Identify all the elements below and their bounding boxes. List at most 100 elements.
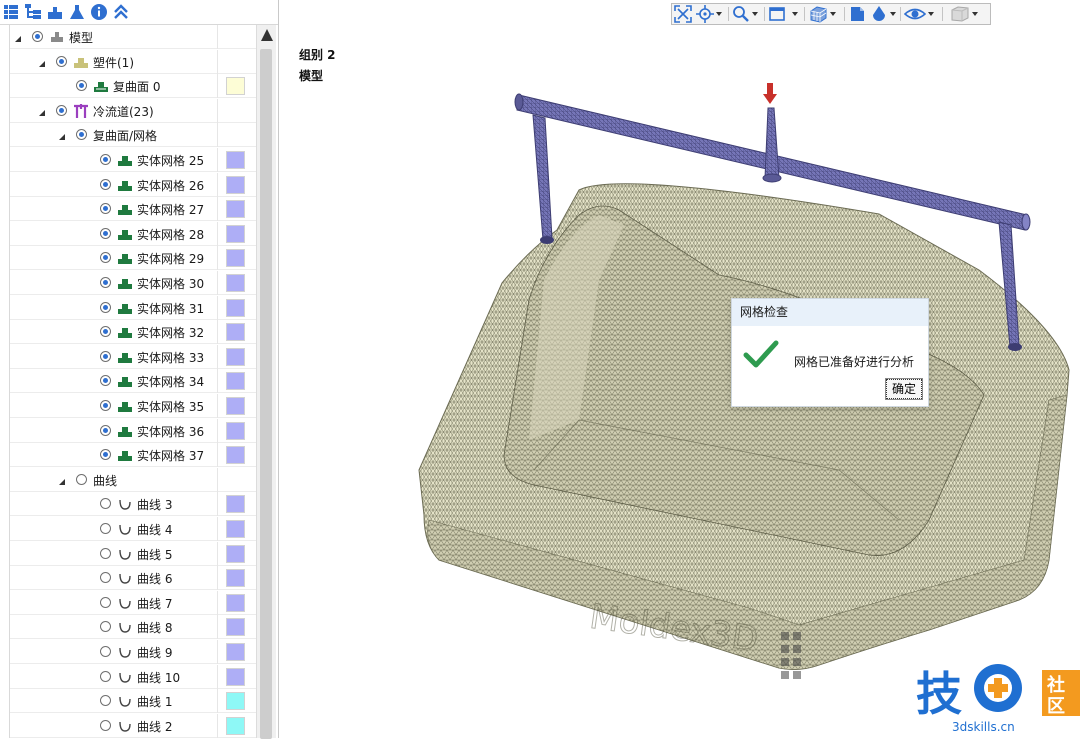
- color-swatch[interactable]: [226, 224, 245, 243]
- tree-row[interactable]: 模型: [10, 25, 256, 49]
- visibility-radio[interactable]: [100, 670, 111, 682]
- color-swatch[interactable]: [226, 667, 245, 686]
- expand-arrow-icon[interactable]: [58, 130, 66, 144]
- color-swatch[interactable]: [226, 347, 245, 366]
- color-swatch[interactable]: [226, 520, 245, 538]
- visibility-radio[interactable]: [100, 350, 111, 362]
- visibility-radio[interactable]: [100, 277, 111, 288]
- visibility-radio[interactable]: [100, 498, 111, 510]
- collapse-icon[interactable]: [111, 2, 131, 22]
- visibility-radio[interactable]: [100, 227, 111, 239]
- scroll-up-arrow-icon[interactable]: [259, 28, 274, 44]
- tree-row[interactable]: 曲线 2: [10, 713, 256, 738]
- tree-icon[interactable]: [23, 2, 43, 22]
- model-viewport[interactable]: 组别 2 模型 Moldex3D: [279, 0, 1081, 738]
- tree-row[interactable]: 冷流道(23): [10, 98, 256, 123]
- visibility-radio[interactable]: [100, 301, 111, 313]
- color-swatch[interactable]: [226, 692, 245, 711]
- tree-row[interactable]: 实体网格 35: [10, 394, 256, 418]
- color-swatch[interactable]: [226, 446, 245, 465]
- visibility-radio[interactable]: [100, 375, 111, 387]
- mold-icon[interactable]: [45, 2, 65, 22]
- visibility-radio[interactable]: [100, 203, 111, 215]
- info-icon[interactable]: [89, 2, 109, 22]
- visibility-radio[interactable]: [100, 572, 111, 584]
- expand-arrow-icon[interactable]: [38, 57, 46, 71]
- visibility-radio[interactable]: [100, 178, 111, 190]
- color-swatch[interactable]: [226, 397, 245, 415]
- color-swatch[interactable]: [226, 323, 245, 342]
- visibility-radio[interactable]: [32, 31, 43, 42]
- color-swatch[interactable]: [226, 495, 245, 514]
- tree-row[interactable]: 实体网格 25: [10, 148, 256, 172]
- visibility-radio[interactable]: [76, 129, 87, 141]
- tree-row[interactable]: 实体网格 32: [10, 320, 256, 345]
- tree-row[interactable]: 曲线 10: [10, 664, 256, 689]
- color-swatch[interactable]: [226, 249, 245, 268]
- color-swatch[interactable]: [226, 298, 245, 317]
- tree-row[interactable]: 塑件(1): [10, 49, 256, 74]
- visibility-radio[interactable]: [100, 719, 111, 731]
- tree-row[interactable]: 实体网格 27: [10, 197, 256, 222]
- ok-button[interactable]: 确定: [885, 378, 923, 400]
- tree-row[interactable]: 实体网格 37: [10, 443, 256, 468]
- tree-row[interactable]: 复曲面 0: [10, 74, 256, 99]
- color-swatch[interactable]: [226, 593, 245, 612]
- visibility-radio[interactable]: [100, 596, 111, 608]
- tree-row[interactable]: 曲线 6: [10, 566, 256, 591]
- color-swatch[interactable]: [226, 421, 245, 440]
- color-swatch[interactable]: [226, 643, 245, 661]
- expand-arrow-icon[interactable]: [58, 475, 66, 489]
- flask-icon[interactable]: [67, 2, 87, 22]
- tree-row[interactable]: 实体网格 31: [10, 295, 256, 320]
- visibility-radio[interactable]: [100, 449, 111, 461]
- tree-row[interactable]: 实体网格 30: [10, 271, 256, 295]
- visibility-radio[interactable]: [100, 646, 111, 657]
- tree-row[interactable]: 曲线 3: [10, 492, 256, 517]
- color-swatch[interactable]: [226, 175, 245, 194]
- visibility-radio[interactable]: [100, 252, 111, 264]
- color-swatch[interactable]: [226, 544, 245, 563]
- tree-row[interactable]: 实体网格 26: [10, 172, 256, 197]
- tree-row[interactable]: 曲线 4: [10, 517, 256, 541]
- expand-arrow-icon[interactable]: [14, 32, 22, 46]
- visibility-radio[interactable]: [100, 154, 111, 165]
- tree-scrollbar[interactable]: [256, 25, 276, 739]
- tree-row[interactable]: 实体网格 33: [10, 344, 256, 369]
- layers-icon[interactable]: [1, 2, 21, 22]
- color-swatch[interactable]: [226, 716, 245, 735]
- color-swatch[interactable]: [226, 569, 245, 588]
- color-swatch[interactable]: [226, 151, 245, 169]
- tree-row[interactable]: 复曲面/网格: [10, 123, 256, 148]
- tree-row[interactable]: 实体网格 36: [10, 418, 256, 443]
- solid-mesh-icon: [117, 152, 133, 168]
- visibility-radio[interactable]: [100, 424, 111, 436]
- expand-arrow-icon[interactable]: [38, 106, 46, 120]
- tree-row[interactable]: 曲线: [10, 467, 256, 492]
- tree-row[interactable]: 实体网格 28: [10, 221, 256, 246]
- visibility-radio[interactable]: [56, 104, 67, 116]
- color-swatch[interactable]: [226, 618, 245, 637]
- color-swatch[interactable]: [226, 274, 245, 292]
- tree-row[interactable]: 实体网格 29: [10, 246, 256, 271]
- visibility-radio[interactable]: [100, 326, 111, 338]
- tree-row[interactable]: 实体网格 34: [10, 369, 256, 394]
- tree-row[interactable]: 曲线 1: [10, 689, 256, 714]
- color-swatch[interactable]: [226, 77, 245, 96]
- visibility-radio[interactable]: [100, 621, 111, 633]
- visibility-radio[interactable]: [100, 400, 111, 411]
- visibility-radio[interactable]: [100, 523, 111, 534]
- tree-row[interactable]: 曲线 9: [10, 640, 256, 664]
- visibility-radio[interactable]: [100, 695, 111, 707]
- meshed-part-model[interactable]: Moldex3D: [279, 0, 1081, 738]
- scroll-thumb[interactable]: [260, 49, 272, 739]
- color-swatch[interactable]: [226, 372, 245, 391]
- visibility-radio[interactable]: [76, 473, 87, 485]
- visibility-radio[interactable]: [100, 547, 111, 559]
- tree-row[interactable]: 曲线 5: [10, 541, 256, 566]
- visibility-radio[interactable]: [76, 80, 87, 92]
- tree-row[interactable]: 曲线 7: [10, 590, 256, 615]
- tree-row[interactable]: 曲线 8: [10, 615, 256, 640]
- color-swatch[interactable]: [226, 200, 245, 219]
- visibility-radio[interactable]: [56, 55, 67, 67]
